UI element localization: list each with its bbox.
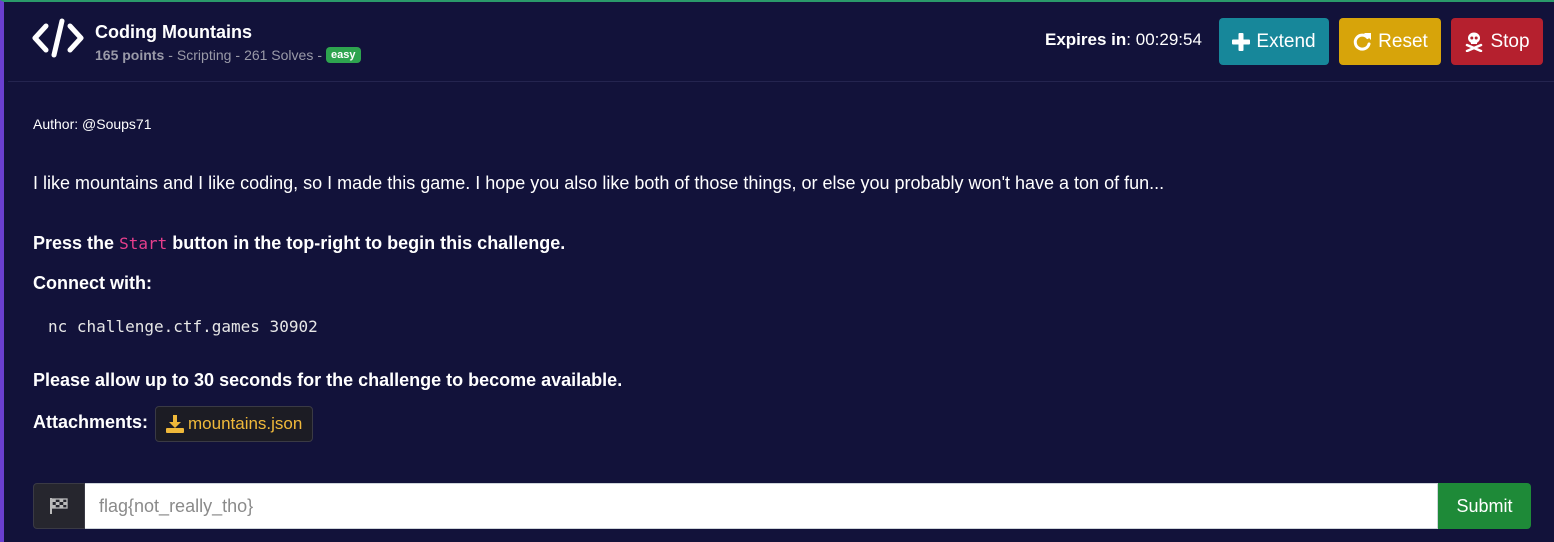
flag-addon [33, 483, 85, 529]
solves-count: 261 Solves [244, 47, 314, 63]
author-line: Author: @Soups71 [33, 116, 152, 132]
connect-label: Connect with: [33, 273, 152, 293]
meta-separator: - [235, 47, 241, 63]
challenge-meta: 165 points - Scripting - 261 Solves - ea… [95, 47, 361, 63]
plus-icon [1232, 32, 1251, 51]
stop-button[interactable]: Stop [1451, 18, 1543, 65]
challenge-header: Coding Mountains 165 points - Scripting … [8, 4, 1554, 82]
stop-label: Stop [1490, 30, 1530, 52]
availability-note: Please allow up to 30 seconds for the ch… [33, 370, 623, 390]
code-icon [32, 18, 84, 58]
start-instruction-suffix: button in the top-right to begin this ch… [172, 233, 566, 253]
extend-button[interactable]: Extend [1219, 18, 1329, 65]
skull-crossbones-icon [1466, 32, 1483, 52]
category-label: Scripting [176, 47, 232, 63]
meta-separator: - [317, 47, 323, 63]
expiry-value: 00:29:54 [1135, 30, 1202, 49]
difficulty-badge: easy [326, 47, 361, 63]
redo-icon [1353, 32, 1372, 51]
download-icon [166, 415, 184, 433]
connect-command: nc challenge.ctf.games 30902 [48, 317, 318, 336]
meta-separator: - [168, 47, 173, 63]
challenge-title: Coding Mountains [95, 22, 252, 42]
attachments-label: Attachments: [33, 412, 149, 432]
flag-form: Submit [33, 483, 1531, 529]
start-instruction: Press the Start button in the top-right … [33, 233, 565, 254]
submit-button[interactable]: Submit [1438, 483, 1531, 529]
reset-button[interactable]: Reset [1339, 18, 1441, 65]
start-instruction-prefix: Press the [33, 233, 115, 253]
expiry-timer: Expires in: 00:29:54 [1045, 30, 1202, 50]
flag-input[interactable] [85, 483, 1438, 529]
attachment-filename: mountains.json [188, 414, 303, 433]
expiry-colon: : [1126, 30, 1131, 49]
start-code: Start [119, 234, 168, 253]
reset-label: Reset [1378, 30, 1428, 52]
attachment-link[interactable]: mountains.json [155, 406, 314, 442]
challenge-description: I like mountains and I like coding, so I… [33, 173, 1165, 193]
flag-checkered-icon [50, 498, 68, 514]
extend-label: Extend [1256, 30, 1316, 52]
challenge-panel: Coding Mountains 165 points - Scripting … [0, 0, 1554, 542]
points-value: 165 points [95, 47, 165, 63]
expiry-label: Expires in [1045, 30, 1127, 49]
